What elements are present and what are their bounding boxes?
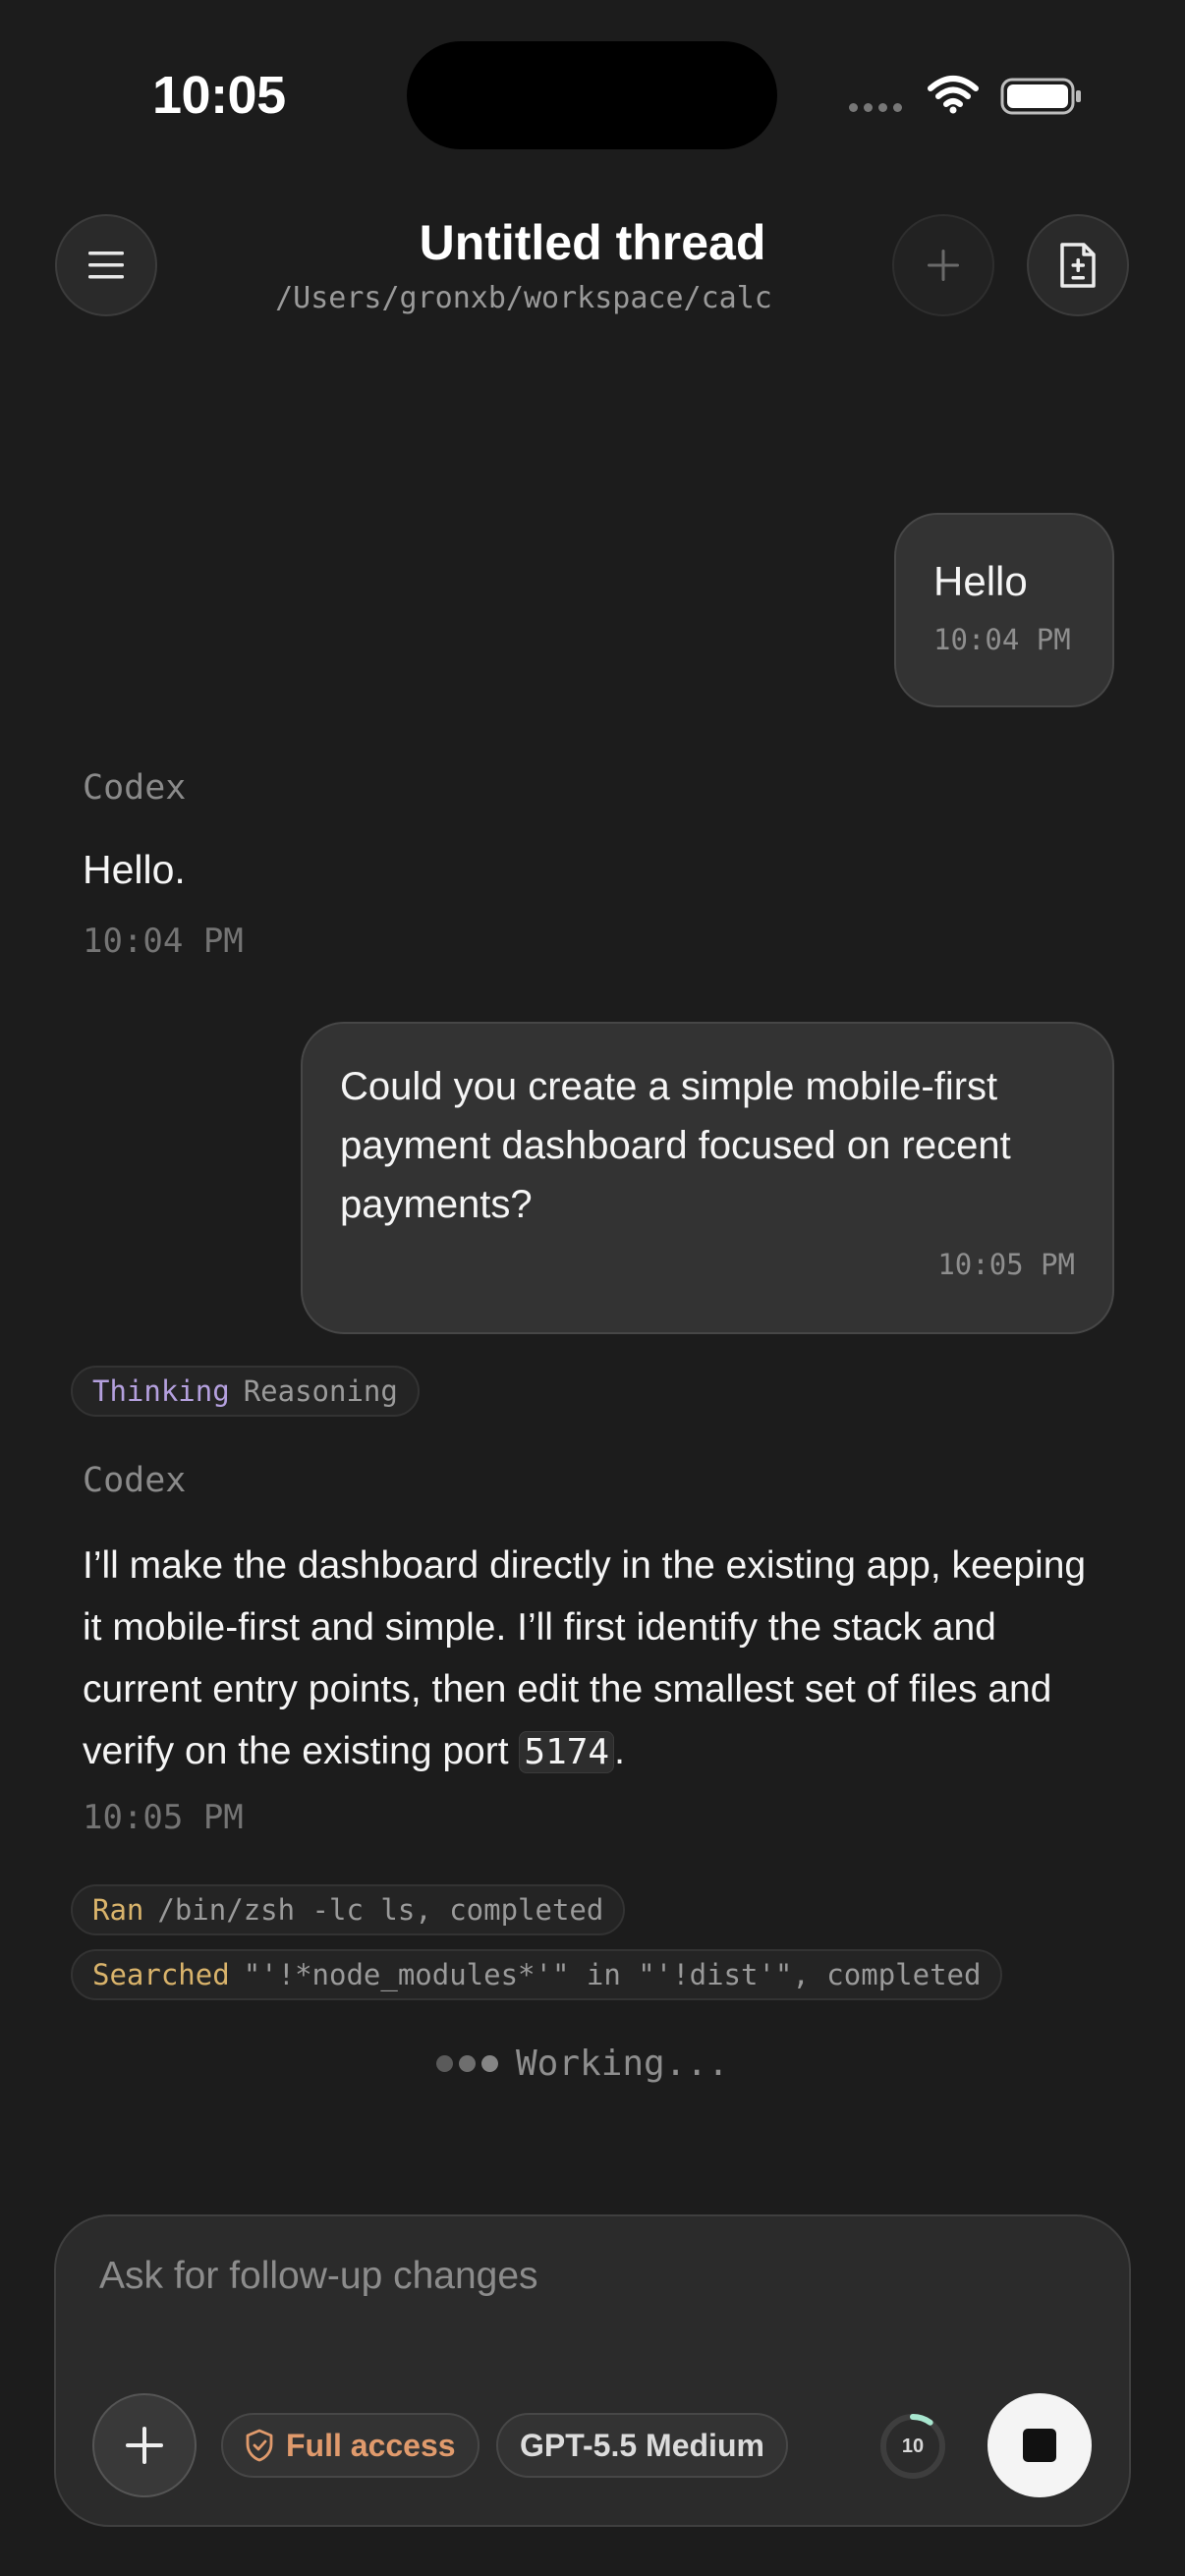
model-label: GPT-5.5 Medium bbox=[520, 2427, 764, 2463]
cellular-signal-icon bbox=[849, 103, 902, 112]
message-timestamp: 10:04 PM bbox=[83, 922, 244, 961]
context-usage-value: 10 bbox=[901, 2435, 925, 2457]
access-mode-button[interactable]: Full access bbox=[221, 2413, 480, 2478]
plus-icon bbox=[126, 2427, 163, 2464]
typing-dot bbox=[459, 2055, 476, 2072]
workspace-path: /Users/gronxb/workspace/calc bbox=[275, 281, 772, 315]
shield-check-icon bbox=[246, 2429, 273, 2462]
stop-button[interactable] bbox=[988, 2393, 1092, 2497]
typing-dot bbox=[481, 2055, 498, 2072]
user-message-bubble: Could you create a simple mobile-first p… bbox=[301, 1022, 1114, 1334]
message-text: Hello bbox=[933, 558, 1028, 604]
message-text-part: . bbox=[614, 1730, 625, 1772]
plus-icon bbox=[928, 250, 959, 281]
assistant-message-text: I’ll make the dashboard directly in the … bbox=[83, 1535, 1104, 1783]
access-mode-label: Full access bbox=[286, 2427, 456, 2463]
thinking-label: Thinking bbox=[92, 1374, 230, 1408]
diff-button[interactable] bbox=[1027, 214, 1129, 316]
document-diff-icon bbox=[1060, 243, 1096, 288]
thinking-detail: Reasoning bbox=[243, 1374, 398, 1408]
typing-dot bbox=[436, 2055, 453, 2072]
new-thread-button[interactable] bbox=[892, 214, 994, 316]
message-timestamp: 10:04 PM bbox=[933, 623, 1071, 656]
model-selector-button[interactable]: GPT-5.5 Medium bbox=[496, 2413, 788, 2478]
tool-call-detail: "'!*node_modules*'" in "'!dist'", comple… bbox=[243, 1958, 982, 1991]
message-timestamp: 10:05 PM bbox=[937, 1248, 1075, 1281]
inline-code: 5174 bbox=[519, 1731, 615, 1773]
stop-icon bbox=[1023, 2429, 1056, 2462]
assistant-message-text: Hello. bbox=[83, 847, 186, 892]
working-indicator: Working... bbox=[436, 2044, 729, 2084]
tool-call-item[interactable]: Ran /bin/zsh -lc ls, completed bbox=[71, 1884, 626, 1935]
message-timestamp: 10:05 PM bbox=[83, 1798, 244, 1837]
tool-call-detail: /bin/zsh -lc ls, completed bbox=[157, 1893, 604, 1927]
dynamic-island bbox=[407, 41, 777, 149]
follow-up-input[interactable] bbox=[97, 2246, 986, 2307]
status-time: 10:05 bbox=[152, 66, 286, 125]
thinking-indicator[interactable]: Thinking Reasoning bbox=[71, 1366, 420, 1417]
battery-icon bbox=[1000, 78, 1081, 115]
composer: Full access GPT-5.5 Medium 10 bbox=[54, 2214, 1131, 2527]
sender-label: Codex bbox=[83, 1461, 187, 1500]
app-screen: 10:05 Untitled thread /Users/gronxb/work… bbox=[0, 0, 1185, 2576]
attach-button[interactable] bbox=[92, 2393, 197, 2497]
tool-call-verb: Searched bbox=[92, 1958, 230, 1991]
tool-call-item[interactable]: Searched "'!*node_modules*'" in "'!dist'… bbox=[71, 1949, 1003, 2000]
sender-label: Codex bbox=[83, 768, 187, 808]
thread-title: Untitled thread bbox=[419, 215, 766, 270]
message-text: Could you create a simple mobile-first p… bbox=[340, 1065, 1011, 1226]
user-message-bubble: Hello 10:04 PM bbox=[894, 513, 1114, 707]
working-status: Working... bbox=[516, 2044, 729, 2084]
wifi-icon bbox=[928, 76, 979, 114]
tool-call-verb: Ran bbox=[92, 1893, 144, 1927]
